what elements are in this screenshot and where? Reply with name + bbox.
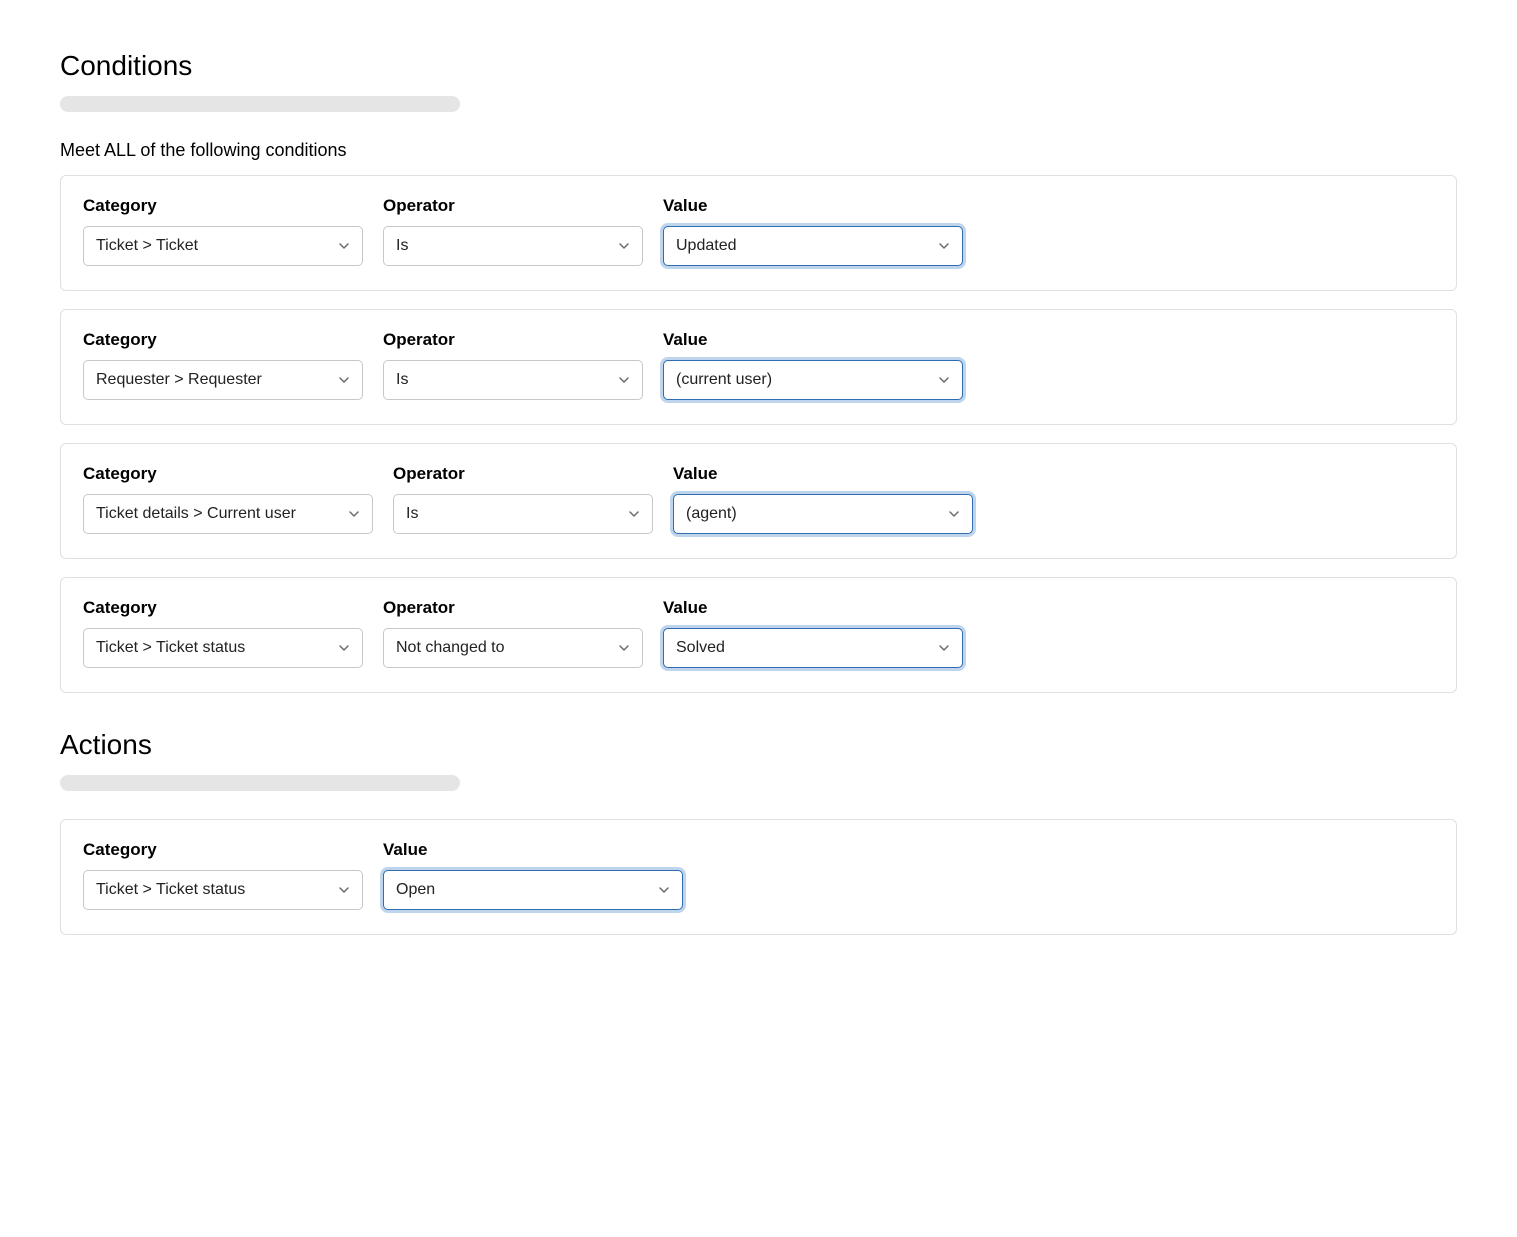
value-select-value: Updated xyxy=(676,237,737,255)
category-select-value: Ticket details > Current user xyxy=(96,505,296,523)
chevron-down-icon xyxy=(338,240,350,252)
category-select[interactable]: Requester > Requester xyxy=(83,360,363,400)
actions-description-placeholder xyxy=(60,775,460,791)
chevron-down-icon xyxy=(618,240,630,252)
chevron-down-icon xyxy=(938,240,950,252)
operator-label: Operator xyxy=(383,196,643,216)
category-select[interactable]: Ticket > Ticket status xyxy=(83,628,363,668)
chevron-down-icon xyxy=(938,642,950,654)
category-label: Category xyxy=(83,330,363,350)
value-select[interactable]: Open xyxy=(383,870,683,910)
category-select[interactable]: Ticket details > Current user xyxy=(83,494,373,534)
actions-section: Actions Category Ticket > Ticket status … xyxy=(60,729,1457,935)
operator-select[interactable]: Is xyxy=(383,360,643,400)
operator-select-value: Is xyxy=(396,371,408,389)
conditions-section: Conditions Meet ALL of the following con… xyxy=(60,50,1457,693)
operator-select[interactable]: Is xyxy=(393,494,653,534)
action-row: Category Ticket > Ticket status Value Op… xyxy=(60,819,1457,935)
chevron-down-icon xyxy=(948,508,960,520)
category-select-value: Requester > Requester xyxy=(96,371,262,389)
value-label: Value xyxy=(663,330,963,350)
chevron-down-icon xyxy=(338,642,350,654)
chevron-down-icon xyxy=(338,884,350,896)
operator-select-value: Is xyxy=(406,505,418,523)
category-select-value: Ticket > Ticket xyxy=(96,237,198,255)
operator-select[interactable]: Not changed to xyxy=(383,628,643,668)
chevron-down-icon xyxy=(618,374,630,386)
value-select[interactable]: (current user) xyxy=(663,360,963,400)
chevron-down-icon xyxy=(618,642,630,654)
value-label: Value xyxy=(383,840,683,860)
value-select[interactable]: Solved xyxy=(663,628,963,668)
chevron-down-icon xyxy=(338,374,350,386)
category-select[interactable]: Ticket > Ticket status xyxy=(83,870,363,910)
operator-select-value: Not changed to xyxy=(396,639,505,657)
category-select[interactable]: Ticket > Ticket xyxy=(83,226,363,266)
value-label: Value xyxy=(663,598,963,618)
condition-row: Category Ticket > Ticket status Operator… xyxy=(60,577,1457,693)
category-label: Category xyxy=(83,840,363,860)
operator-select[interactable]: Is xyxy=(383,226,643,266)
chevron-down-icon xyxy=(938,374,950,386)
value-label: Value xyxy=(663,196,963,216)
value-select-value: Solved xyxy=(676,639,725,657)
value-label: Value xyxy=(673,464,973,484)
operator-label: Operator xyxy=(383,598,643,618)
value-select[interactable]: Updated xyxy=(663,226,963,266)
value-select[interactable]: (agent) xyxy=(673,494,973,534)
value-select-value: (current user) xyxy=(676,371,772,389)
value-select-value: (agent) xyxy=(686,505,737,523)
condition-row: Category Requester > Requester Operator … xyxy=(60,309,1457,425)
operator-label: Operator xyxy=(393,464,653,484)
conditions-title: Conditions xyxy=(60,50,1457,82)
category-select-value: Ticket > Ticket status xyxy=(96,639,245,657)
category-label: Category xyxy=(83,196,363,216)
conditions-subheading: Meet ALL of the following conditions xyxy=(60,140,1457,161)
chevron-down-icon xyxy=(658,884,670,896)
category-select-value: Ticket > Ticket status xyxy=(96,881,245,899)
condition-row: Category Ticket > Ticket Operator Is Val… xyxy=(60,175,1457,291)
operator-select-value: Is xyxy=(396,237,408,255)
value-select-value: Open xyxy=(396,881,435,899)
actions-title: Actions xyxy=(60,729,1457,761)
category-label: Category xyxy=(83,464,373,484)
chevron-down-icon xyxy=(628,508,640,520)
category-label: Category xyxy=(83,598,363,618)
chevron-down-icon xyxy=(348,508,360,520)
operator-label: Operator xyxy=(383,330,643,350)
condition-row: Category Ticket details > Current user O… xyxy=(60,443,1457,559)
conditions-description-placeholder xyxy=(60,96,460,112)
